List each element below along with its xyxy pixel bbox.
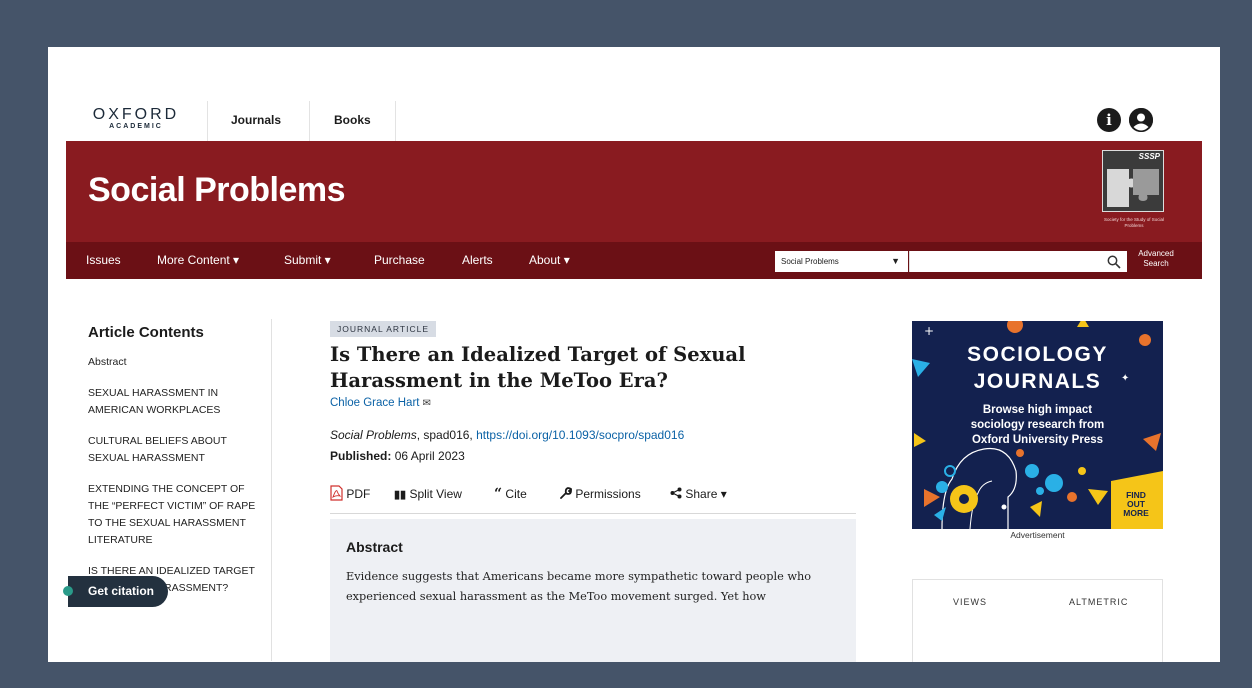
contents-item[interactable]: CULTURAL BELIEFS ABOUT SEXUAL HARASSMENT	[88, 433, 266, 467]
article-title: Is There an Idealized Target of Sexual H…	[330, 343, 746, 392]
logo-line-1: OXFORD	[92, 106, 180, 123]
published-label: Published:	[330, 449, 392, 463]
abstract-panel: Abstract Evidence suggests that American…	[330, 519, 856, 662]
nav-purchase[interactable]: Purchase	[374, 242, 425, 279]
abstract-text: Evidence suggests that Americans became …	[346, 570, 812, 603]
published-line: Published: 06 April 2023	[330, 449, 465, 463]
split-view-icon: ▮▮	[394, 489, 407, 501]
envelope-icon[interactable]: ✉	[422, 398, 430, 409]
society-logo-text: SSSP	[1138, 152, 1160, 161]
get-citation-label: Get citation	[88, 584, 155, 598]
pdf-icon	[330, 485, 343, 501]
contents-item-abstract[interactable]: Abstract	[88, 354, 266, 371]
search-input[interactable]	[909, 251, 1127, 272]
plus-icon	[63, 586, 73, 596]
search-icon[interactable]	[1107, 255, 1121, 269]
doi-link[interactable]: https://doi.org/10.1093/socpro/spad016	[476, 428, 684, 442]
society-caption: Society for the Study of Social Problems	[1103, 217, 1165, 228]
nav-about[interactable]: About ▾	[529, 242, 570, 279]
nav-more-content[interactable]: More Content ▾	[157, 242, 239, 279]
abstract-heading: Abstract	[346, 539, 403, 555]
nav-alerts[interactable]: Alerts	[462, 242, 493, 279]
find-out-more-button[interactable]: FIND OUT MORE	[1112, 483, 1160, 529]
ad-heading: SOCIOLOGY JOURNALS	[912, 341, 1163, 395]
ad-heading-line-1: SOCIOLOGY	[967, 343, 1108, 366]
views-tab[interactable]: VIEWS	[953, 597, 987, 607]
divider	[207, 101, 208, 141]
pdf-button[interactable]: PDF	[330, 484, 370, 504]
author-line: Chloe Grace Hart ✉	[330, 397, 431, 409]
journal-banner: Social Problems SSSP Society for the Stu…	[66, 141, 1202, 242]
share-label: Share ▾	[685, 487, 727, 501]
article-toolbar: PDF ▮▮ Split View “ Cite Permissions Sha…	[330, 484, 856, 514]
cite-button[interactable]: “ Cite	[494, 484, 527, 504]
journal-name: Social Problems	[330, 428, 417, 442]
journal-nav: Issues More Content ▾ Submit ▾ Purchase …	[66, 242, 1202, 279]
citation-line: Social Problems, spad016, https://doi.or…	[330, 428, 684, 442]
share-icon	[670, 487, 682, 499]
permissions-label: Permissions	[575, 487, 641, 501]
search-scope-select[interactable]: Social Problems ▼	[775, 251, 908, 272]
contents-item[interactable]: SEXUAL HARASSMENT IN AMERICAN WORKPLACES	[88, 385, 266, 419]
tab-books[interactable]: Books	[334, 99, 371, 141]
contents-item[interactable]: EXTENDING THE CONCEPT OF THE “PERFECT VI…	[88, 481, 266, 549]
search-scope-value: Social Problems	[781, 257, 839, 266]
permissions-button[interactable]: Permissions	[560, 484, 641, 504]
account-icon[interactable]	[1129, 108, 1153, 132]
nav-issues[interactable]: Issues	[86, 242, 121, 279]
ad-heading-line-2: JOURNALS	[973, 370, 1102, 393]
society-logo[interactable]: SSSP	[1102, 150, 1164, 212]
advertisement-banner[interactable]: + ✦ SOCIOLOGY JOURNALS Browse high impac…	[912, 321, 1163, 529]
chevron-down-icon: ▼	[891, 256, 900, 266]
divider	[395, 101, 396, 141]
page-card: OXFORD ACADEMIC Journals Books i Social …	[48, 47, 1220, 662]
info-icon[interactable]: i	[1097, 108, 1121, 132]
advertisement-label: Advertisement	[1010, 530, 1065, 540]
cite-label: Cite	[505, 487, 527, 501]
divider	[309, 101, 310, 141]
ad-subtext-body: Browse high impact sociology research fr…	[970, 404, 1105, 446]
split-view-label: Split View	[409, 487, 462, 501]
oxford-academic-logo[interactable]: OXFORD ACADEMIC	[86, 106, 186, 130]
article-contents-title: Article Contents	[88, 324, 204, 341]
logo-line-2: ACADEMIC	[109, 123, 163, 130]
svg-text:+: +	[924, 324, 934, 338]
user-glyph	[1129, 108, 1153, 132]
altmetric-tab[interactable]: ALTMETRIC	[1069, 597, 1128, 607]
tab-journals[interactable]: Journals	[231, 99, 281, 141]
article-contents-list: Abstract SEXUAL HARASSMENT IN AMERICAN W…	[88, 354, 266, 611]
pdf-label: PDF	[346, 487, 371, 501]
ad-subtext: Browse high impact sociology research fr…	[912, 403, 1163, 448]
quote-icon: “	[494, 486, 503, 502]
advanced-search-link[interactable]: Advanced Search	[1138, 249, 1174, 269]
article-type-badge: JOURNAL ARTICLE	[330, 321, 436, 337]
share-button[interactable]: Share ▾	[670, 484, 727, 504]
journal-title[interactable]: Social Problems	[88, 171, 346, 210]
top-bar: OXFORD ACADEMIC Journals Books i	[48, 99, 1220, 141]
article-id: , spad016,	[416, 428, 477, 442]
wrench-icon	[560, 487, 573, 499]
sidebar-divider	[271, 319, 272, 661]
split-view-button[interactable]: ▮▮ Split View	[394, 484, 462, 505]
cta-line-3: MORE	[1123, 508, 1149, 518]
article-metrics-panel: VIEWS ALTMETRIC	[912, 579, 1163, 662]
author-link[interactable]: Chloe Grace Hart	[330, 397, 419, 409]
get-citation-button[interactable]: Get citation	[63, 576, 169, 607]
nav-submit[interactable]: Submit ▾	[284, 242, 331, 279]
published-date: 06 April 2023	[394, 449, 465, 463]
